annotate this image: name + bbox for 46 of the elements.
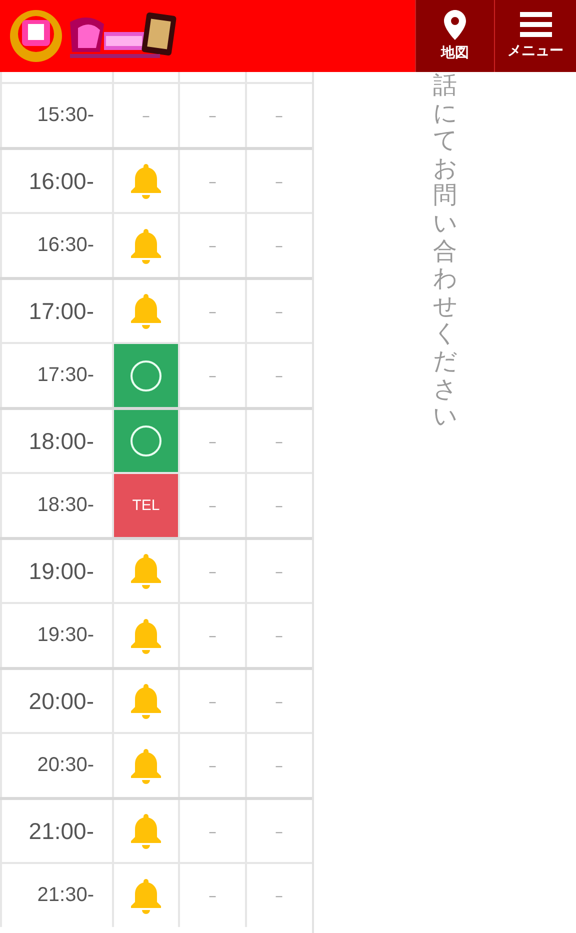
dash-text: –	[275, 172, 283, 190]
menu-button[interactable]: メニュー	[494, 0, 576, 72]
dash-text: –	[142, 106, 150, 125]
bell-icon	[130, 228, 162, 264]
bell-icon	[130, 293, 162, 329]
dash-text: –	[275, 756, 283, 775]
menu-icon	[520, 12, 552, 38]
dash-text: –	[275, 692, 283, 710]
note-text: 話にてお問い合わせください	[433, 72, 457, 432]
bell-icon	[130, 163, 162, 199]
map-pin-icon	[444, 10, 466, 40]
dash-text: –	[208, 366, 216, 385]
dash-text: –	[208, 692, 216, 710]
bell-icon	[130, 553, 162, 589]
dash-text: –	[208, 236, 216, 255]
dash-text: –	[208, 886, 216, 905]
dash-text: –	[208, 822, 216, 840]
dash-text: –	[275, 236, 283, 255]
dash-text: –	[275, 106, 283, 125]
circle-icon	[130, 425, 162, 457]
map-button[interactable]: 地図	[415, 0, 494, 72]
bell-icon	[130, 878, 162, 914]
dash-text: –	[208, 756, 216, 775]
dash-text: –	[208, 562, 216, 580]
circle-icon	[130, 360, 162, 392]
dash-text: –	[275, 366, 283, 385]
dash-text: –	[208, 626, 216, 645]
dash-text: –	[275, 886, 283, 905]
available-cell[interactable]	[112, 344, 178, 407]
dash-text: –	[208, 172, 216, 190]
dash-text: –	[208, 106, 216, 125]
dash-text: –	[275, 496, 283, 515]
dash-text: –	[275, 562, 283, 580]
dash-text: –	[275, 626, 283, 645]
dash-text: –	[275, 302, 283, 320]
dash-text: –	[208, 496, 216, 515]
bell-icon	[130, 618, 162, 654]
dash-text: –	[275, 432, 283, 450]
bell-icon	[130, 813, 162, 849]
bell-icon	[130, 748, 162, 784]
bell-icon	[130, 683, 162, 719]
dash-text: –	[275, 822, 283, 840]
dash-text: –	[208, 432, 216, 450]
available-cell[interactable]	[112, 410, 178, 472]
tel-cell[interactable]: TEL	[112, 474, 178, 537]
dash-text: –	[208, 302, 216, 320]
